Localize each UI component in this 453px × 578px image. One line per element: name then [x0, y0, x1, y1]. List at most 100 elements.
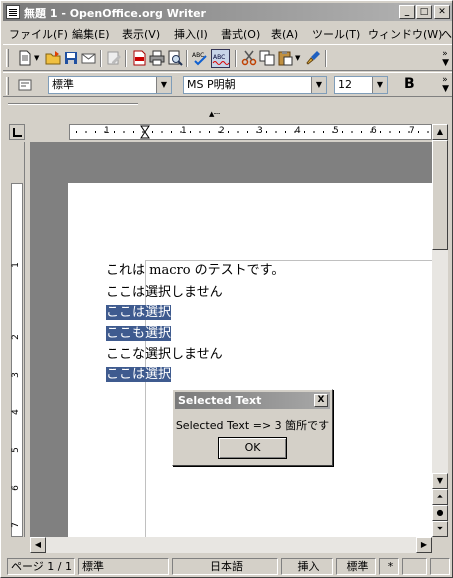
- status-insert-mode[interactable]: 挿入: [281, 558, 333, 575]
- line-text: これは macro のテストです。: [106, 263, 285, 278]
- edit-file-icon[interactable]: [106, 50, 122, 66]
- writer-app-icon[interactable]: [6, 5, 20, 19]
- previous-page-icon[interactable]: ⏶: [432, 489, 448, 505]
- format-paintbrush-icon[interactable]: [305, 50, 321, 66]
- vertical-ruler[interactable]: 1 2 3 4 5 6 7: [9, 142, 25, 537]
- font-size-select[interactable]: 12 ▼: [334, 76, 388, 94]
- menu-table[interactable]: 表(A): [271, 26, 298, 42]
- window-title: 無題 1 - OpenOffice.org Writer: [24, 7, 206, 20]
- toolbar-grip[interactable]: [6, 77, 9, 95]
- new-dropdown-icon[interactable]: ▼: [34, 54, 39, 62]
- vertical-scroll-thumb[interactable]: [432, 140, 448, 250]
- close-button[interactable]: ✕: [434, 5, 450, 19]
- export-pdf-icon[interactable]: [131, 50, 147, 66]
- dropdown-arrow-icon[interactable]: ▼: [156, 77, 171, 93]
- horizontal-ruler[interactable]: 1 1 2 3 4 5 6 7: [69, 124, 432, 140]
- ruler-tick: [161, 131, 163, 133]
- svg-text:ABC: ABC: [192, 52, 204, 59]
- ruler-label-left: 1: [104, 126, 110, 136]
- ruler-tick: [152, 131, 153, 133]
- menu-window[interactable]: ウィンドウ(W): [368, 26, 442, 42]
- styles-icon[interactable]: [17, 77, 33, 93]
- menu-view[interactable]: 表示(V): [122, 26, 160, 42]
- maximize-button[interactable]: □: [416, 5, 432, 19]
- dropdown-arrow-icon[interactable]: ▼: [311, 77, 326, 93]
- ruler-tick: [237, 131, 239, 133]
- writer-window: 無題 1 - OpenOffice.org Writer _ □ ✕ ファイル(…: [0, 0, 453, 578]
- menu-insert[interactable]: 挿入(I): [174, 26, 208, 42]
- ruler-label: 3: [257, 126, 263, 136]
- ruler-tick: [247, 131, 248, 133]
- status-modified[interactable]: *: [379, 558, 399, 575]
- font-name-value: MS P明朝: [187, 78, 236, 91]
- status-signature[interactable]: [402, 558, 427, 575]
- cut-icon[interactable]: [241, 50, 257, 66]
- menu-overflow-icon[interactable]: へ: [441, 26, 452, 42]
- mail-icon[interactable]: [81, 50, 97, 66]
- menu-edit[interactable]: 編集(E): [72, 26, 110, 42]
- ruler-tick: [313, 131, 315, 133]
- autospellcheck-icon[interactable]: ABC: [211, 49, 230, 68]
- ruler-tick: [418, 131, 419, 133]
- dropdown-arrow-icon[interactable]: ▼: [372, 77, 387, 93]
- copy-icon[interactable]: [259, 50, 275, 66]
- ruler-tick: [228, 131, 229, 133]
- status-bar: ページ 1 / 1 標準 日本語 挿入 標準 *: [3, 557, 452, 577]
- menu-tools[interactable]: ツール(T): [312, 26, 360, 42]
- ruler-tick: [171, 131, 172, 133]
- status-page-style[interactable]: 標準: [78, 558, 169, 575]
- tab-type-selector[interactable]: [9, 124, 25, 140]
- vertical-scrollbar[interactable]: ▲ ▼ ⏶ ● ⏷: [432, 124, 448, 537]
- vruler-label: 7: [10, 522, 21, 528]
- menu-file[interactable]: ファイル(F): [9, 26, 68, 42]
- print-preview-icon[interactable]: [167, 50, 183, 66]
- document-view[interactable]: これは macro のテストです。 ここは選択しません ここは選択 ここも選択 …: [30, 142, 432, 537]
- new-document-icon[interactable]: [17, 50, 33, 66]
- status-selection-mode[interactable]: 標準: [336, 558, 376, 575]
- paste-icon[interactable]: [277, 50, 293, 66]
- toolbar-overflow-icon[interactable]: » ▼: [442, 50, 449, 68]
- print-icon[interactable]: [149, 50, 165, 66]
- document-line[interactable]: ここは選択: [106, 366, 172, 384]
- document-line[interactable]: これは macro のテストです。: [106, 262, 284, 280]
- scroll-left-arrow-icon[interactable]: ◀: [30, 537, 46, 553]
- ruler-tick: [304, 131, 305, 133]
- document-line[interactable]: ここも選択: [106, 325, 172, 343]
- dialog-close-icon[interactable]: X: [314, 394, 328, 407]
- dialog-title-bar[interactable]: Selected Text X: [175, 392, 330, 409]
- bold-button[interactable]: B: [404, 76, 415, 92]
- document-line[interactable]: ここな選択しません: [106, 346, 223, 364]
- indent-marker-icon[interactable]: [140, 125, 150, 139]
- line-text: ここな選択しません: [106, 347, 223, 362]
- paste-dropdown-icon[interactable]: ▼: [295, 54, 300, 62]
- horizontal-scrollbar[interactable]: ◀ ▶: [30, 537, 432, 553]
- status-zoom[interactable]: [430, 558, 450, 575]
- next-page-icon[interactable]: ⏷: [432, 521, 448, 537]
- ruler-label: 5: [333, 126, 339, 136]
- open-folder-icon[interactable]: [45, 50, 61, 66]
- navigator-icon[interactable]: ●: [432, 505, 448, 521]
- toolbar-separator: [325, 50, 327, 67]
- status-language[interactable]: 日本語: [172, 558, 278, 575]
- ok-button[interactable]: OK: [218, 437, 287, 459]
- selected-text-dialog: Selected Text X Selected Text => 3 箇所です …: [172, 389, 333, 466]
- title-bar[interactable]: 無題 1 - OpenOffice.org Writer _ □ ✕: [3, 3, 452, 21]
- minimize-button[interactable]: _: [399, 5, 415, 19]
- toolbar-overflow-icon[interactable]: » ▼: [442, 76, 449, 94]
- scroll-up-arrow-icon[interactable]: ▲: [432, 124, 448, 140]
- font-name-select[interactable]: MS P明朝 ▼: [183, 76, 327, 94]
- paragraph-style-select[interactable]: 標準 ▼: [48, 76, 172, 94]
- status-page[interactable]: ページ 1 / 1: [7, 558, 75, 575]
- menu-format[interactable]: 書式(O): [221, 26, 260, 42]
- scroll-down-arrow-icon[interactable]: ▼: [432, 473, 448, 489]
- scroll-right-arrow-icon[interactable]: ▶: [416, 537, 432, 553]
- save-icon[interactable]: [63, 50, 79, 66]
- band-handle-icon[interactable]: ▲·····: [209, 111, 220, 118]
- ruler-tick: [142, 131, 144, 133]
- toolbar-grip[interactable]: [6, 49, 9, 67]
- document-line[interactable]: ここは選択: [106, 304, 172, 322]
- dialog-title: Selected Text: [178, 394, 262, 407]
- ruler-tick: [389, 131, 391, 133]
- spellcheck-icon[interactable]: ABC: [192, 50, 208, 66]
- document-line[interactable]: ここは選択しません: [106, 284, 223, 302]
